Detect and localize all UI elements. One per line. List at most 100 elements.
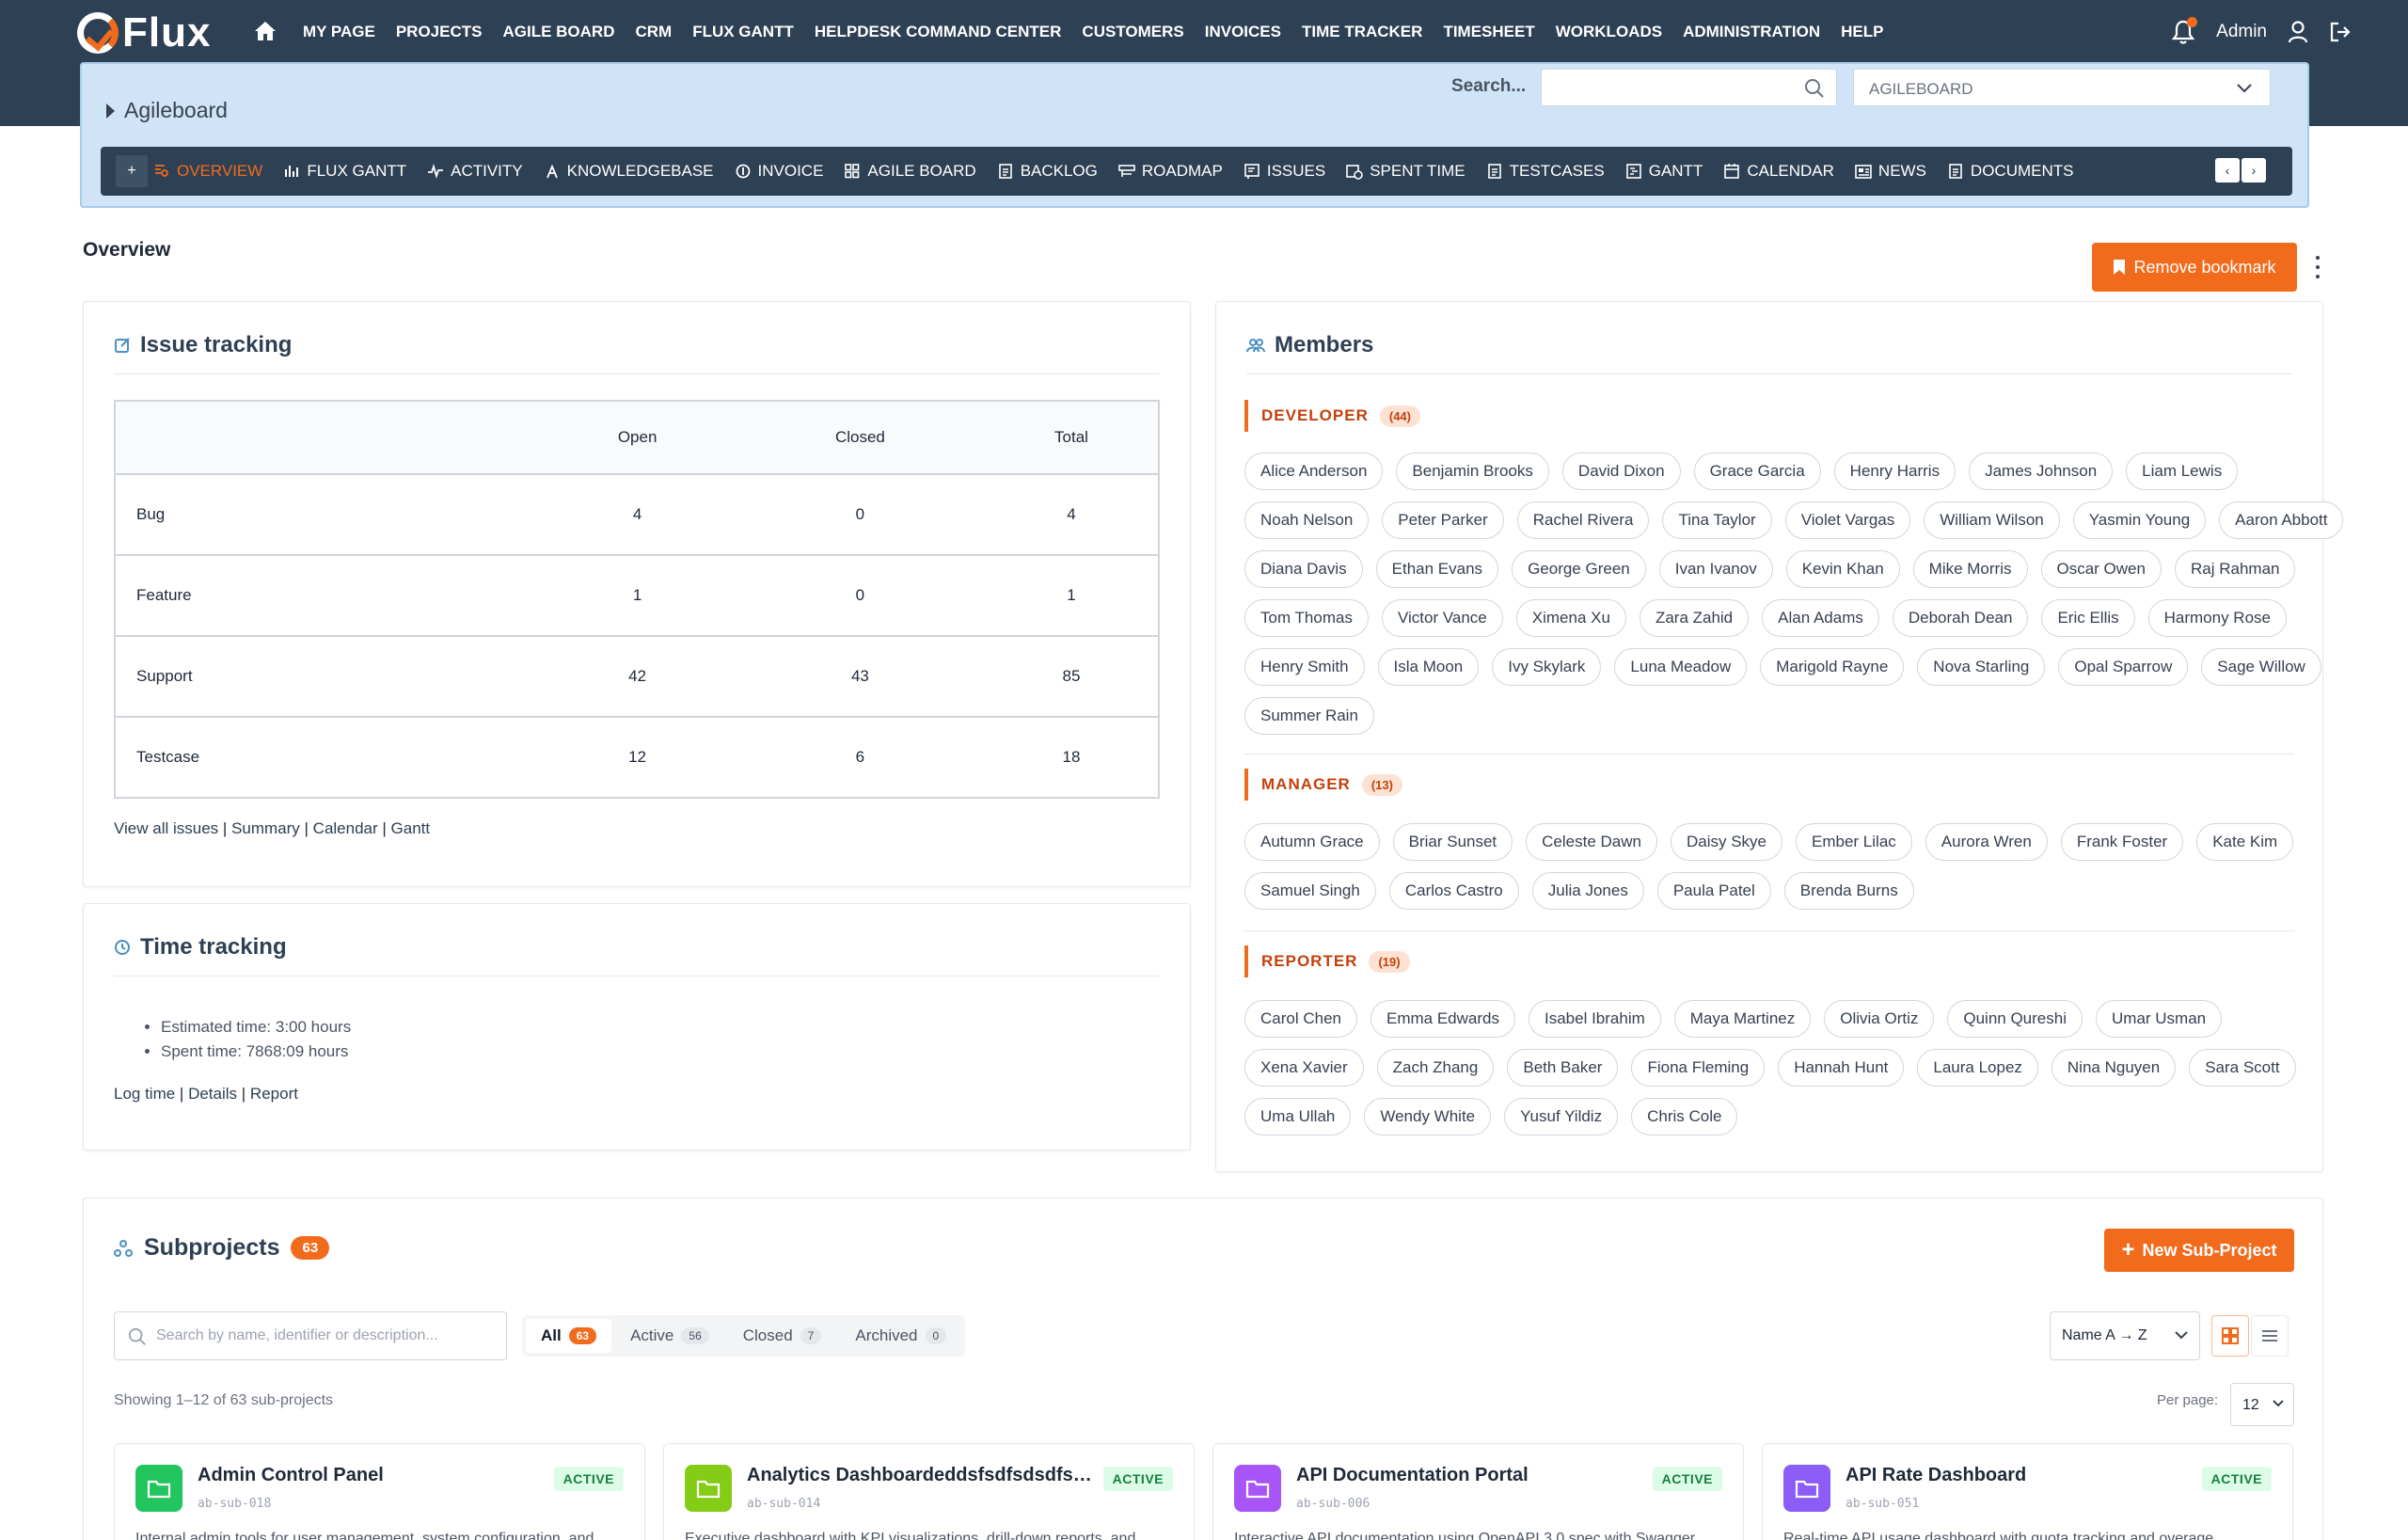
- menu-item-my-page[interactable]: MY PAGE: [303, 23, 375, 41]
- member-chip[interactable]: Aurora Wren: [1925, 823, 2048, 861]
- member-chip[interactable]: Umar Usman: [2096, 1000, 2223, 1038]
- tab-issues[interactable]: ISSUES: [1244, 162, 1325, 181]
- member-chip[interactable]: Opal Sparrow: [2058, 648, 2189, 686]
- member-chip[interactable]: Liam Lewis: [2126, 452, 2239, 490]
- notification-bell-icon[interactable]: [2171, 17, 2198, 45]
- member-chip[interactable]: Celeste Dawn: [1526, 823, 1657, 861]
- logout-icon[interactable]: [2329, 21, 2352, 43]
- member-chip[interactable]: Victor Vance: [1381, 599, 1503, 637]
- link-log-time[interactable]: Log time: [114, 1085, 175, 1103]
- member-chip[interactable]: Isabel Ibrahim: [1528, 1000, 1661, 1038]
- member-chip[interactable]: Kate Kim: [2196, 823, 2294, 861]
- menu-item-customers[interactable]: CUSTOMERS: [1082, 23, 1183, 41]
- member-chip[interactable]: Deborah Dean: [1892, 599, 2029, 637]
- add-tab-button[interactable]: +: [116, 155, 148, 187]
- link-summary[interactable]: Summary: [231, 819, 300, 837]
- cell-type[interactable]: Testcase: [115, 717, 540, 799]
- more-options-icon[interactable]: [2316, 256, 2321, 278]
- tab-invoice[interactable]: INVOICE: [735, 162, 823, 181]
- subproject-card[interactable]: API Rate Dashboard ab-sub-051 ACTIVE Real-t…: [1762, 1443, 2293, 1540]
- tab-spent-time[interactable]: SPENT TIME: [1346, 162, 1465, 181]
- new-subproject-button[interactable]: + New Sub-Project: [2104, 1229, 2294, 1272]
- member-chip[interactable]: Henry Harris: [1833, 452, 1956, 490]
- user-name[interactable]: Admin: [2216, 22, 2267, 42]
- member-chip[interactable]: Yasmin Young: [2072, 501, 2207, 539]
- menu-item-timesheet[interactable]: TIMESHEET: [1443, 23, 1534, 41]
- user-icon[interactable]: [2288, 21, 2308, 43]
- link-view-all-issues[interactable]: View all issues: [114, 819, 218, 837]
- subproject-name[interactable]: API Rate Dashboard: [1846, 1465, 2026, 1486]
- member-chip[interactable]: Carol Chen: [1244, 1000, 1357, 1038]
- member-chip[interactable]: Julia Jones: [1531, 872, 1644, 910]
- member-chip[interactable]: Alan Adams: [1762, 599, 1879, 637]
- member-chip[interactable]: Ivan Ivanov: [1658, 550, 1773, 588]
- menu-item-agile-board[interactable]: AGILE BOARD: [502, 23, 614, 41]
- link-gantt[interactable]: Gantt: [391, 819, 431, 837]
- member-chip[interactable]: Olivia Ortiz: [1824, 1000, 1935, 1038]
- tab-backlog[interactable]: BACKLOG: [997, 162, 1098, 181]
- member-chip[interactable]: Tom Thomas: [1244, 599, 1369, 637]
- member-chip[interactable]: Rachel Rivera: [1516, 501, 1650, 539]
- breadcrumb-project[interactable]: Agileboard: [124, 98, 228, 123]
- link-details[interactable]: Details: [188, 1085, 237, 1103]
- member-chip[interactable]: Ivy Skylark: [1492, 648, 1602, 686]
- subproject-name[interactable]: Analytics Dashboardeddsfsdfsdsdfsfs...: [747, 1465, 1095, 1486]
- member-chip[interactable]: Carlos Castro: [1388, 872, 1519, 910]
- member-chip[interactable]: Chris Cole: [1631, 1098, 1738, 1135]
- member-chip[interactable]: Frank Foster: [2060, 823, 2184, 861]
- member-chip[interactable]: Kevin Khan: [1785, 550, 1900, 588]
- member-chip[interactable]: Paula Patel: [1656, 872, 1771, 910]
- menu-item-helpdesk-command-center[interactable]: HELPDESK COMMAND CENTER: [815, 23, 1062, 41]
- member-chip[interactable]: Wendy White: [1364, 1098, 1492, 1135]
- filter-all[interactable]: All 63: [526, 1319, 612, 1353]
- tab-knowledgebase[interactable]: KNOWLEDGEBASE: [544, 162, 714, 181]
- member-chip[interactable]: Summer Rain: [1244, 697, 1374, 735]
- member-chip[interactable]: Hannah Hunt: [1778, 1049, 1905, 1087]
- tab-roadmap[interactable]: ROADMAP: [1118, 162, 1223, 181]
- member-chip[interactable]: Noah Nelson: [1244, 501, 1370, 539]
- tab-testcases[interactable]: TESTCASES: [1486, 162, 1605, 181]
- per-page-select[interactable]: 12: [2230, 1383, 2294, 1426]
- remove-bookmark-button[interactable]: Remove bookmark: [2092, 243, 2297, 292]
- menu-item-projects[interactable]: PROJECTS: [396, 23, 483, 41]
- member-chip[interactable]: Brenda Burns: [1783, 872, 1914, 910]
- tab-news[interactable]: NEWS: [1855, 162, 1926, 181]
- app-logo[interactable]: Flux: [77, 9, 211, 56]
- member-chip[interactable]: Tina Taylor: [1662, 501, 1772, 539]
- tab-scroll-left-button[interactable]: ‹: [2215, 158, 2240, 183]
- member-chip[interactable]: Raj Rahman: [2174, 550, 2296, 588]
- link-calendar[interactable]: Calendar: [313, 819, 378, 837]
- member-chip[interactable]: Ximena Xu: [1515, 599, 1626, 637]
- member-chip[interactable]: Ember Lilac: [1796, 823, 1912, 861]
- subproject-name[interactable]: API Documentation Portal: [1296, 1465, 1529, 1486]
- tab-scroll-right-button[interactable]: ›: [2242, 158, 2266, 183]
- tab-calendar[interactable]: CALENDAR: [1723, 162, 1834, 181]
- member-chip[interactable]: Alice Anderson: [1244, 452, 1384, 490]
- cell-type[interactable]: Support: [115, 636, 540, 718]
- member-chip[interactable]: Ethan Evans: [1375, 550, 1499, 588]
- tab-agile-board[interactable]: AGILE BOARD: [844, 162, 976, 181]
- member-chip[interactable]: Luna Meadow: [1614, 648, 1748, 686]
- member-chip[interactable]: David Dixon: [1561, 452, 1681, 490]
- member-chip[interactable]: Sage Willow: [2201, 648, 2321, 686]
- member-chip[interactable]: Sara Scott: [2189, 1049, 2296, 1087]
- breadcrumb[interactable]: Agileboard: [106, 98, 228, 123]
- member-chip[interactable]: Maya Martinez: [1673, 1000, 1812, 1038]
- tab-documents[interactable]: DOCUMENTS: [1947, 162, 2073, 181]
- menu-item-administration[interactable]: ADMINISTRATION: [1683, 23, 1820, 41]
- member-chip[interactable]: Mike Morris: [1912, 550, 2028, 588]
- tab-gantt[interactable]: GANTT: [1625, 162, 1703, 181]
- menu-item-time-tracker[interactable]: TIME TRACKER: [1302, 23, 1422, 41]
- member-chip[interactable]: Violet Vargas: [1784, 501, 1911, 539]
- subproject-card[interactable]: Admin Control Panel ab-sub-018 ACTIVE Inter…: [114, 1443, 645, 1540]
- member-chip[interactable]: Laura Lopez: [1917, 1049, 2038, 1087]
- link-report[interactable]: Report: [250, 1085, 298, 1103]
- member-chip[interactable]: Isla Moon: [1377, 648, 1480, 686]
- member-chip[interactable]: Autumn Grace: [1244, 823, 1380, 861]
- tab-flux-gantt[interactable]: FLUX GANTT: [283, 162, 406, 181]
- list-view-button[interactable]: [2251, 1315, 2289, 1357]
- member-chip[interactable]: Daisy Skye: [1670, 823, 1783, 861]
- menu-item-flux-gantt[interactable]: FLUX GANTT: [692, 23, 794, 41]
- sort-select[interactable]: Name A → Z: [2050, 1311, 2200, 1360]
- member-chip[interactable]: Uma Ullah: [1244, 1098, 1352, 1135]
